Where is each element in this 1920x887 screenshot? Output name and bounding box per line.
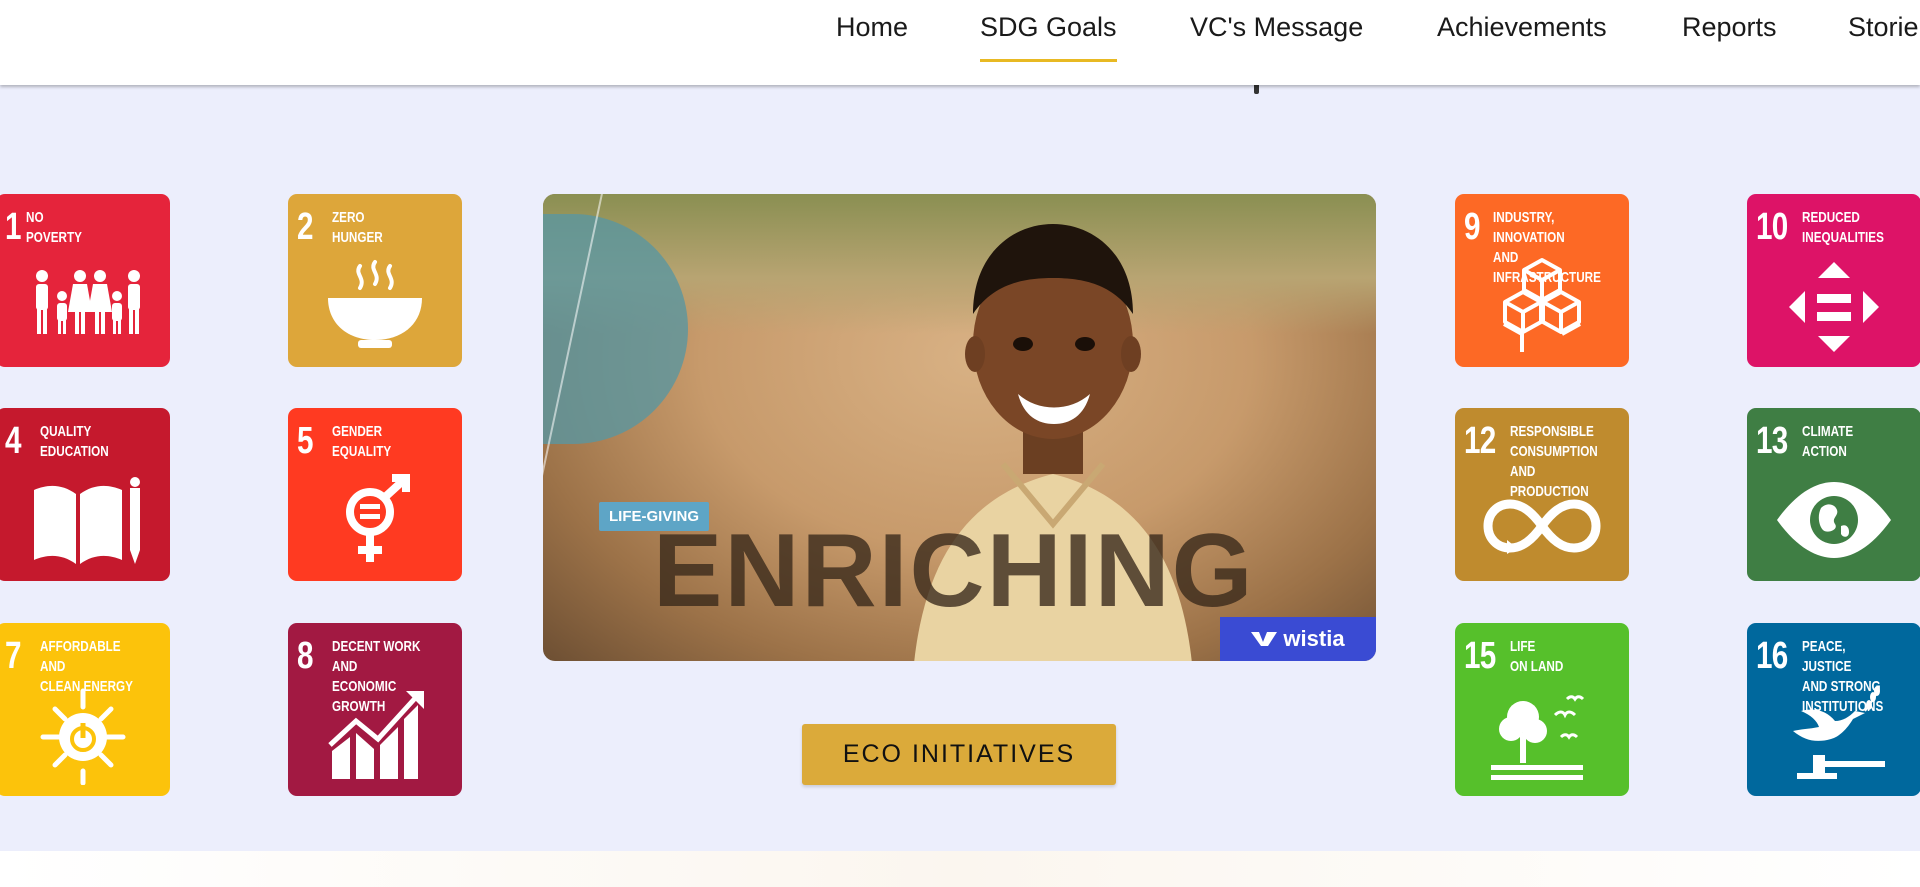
sdg-tile-5[interactable]: 5 Gender Equality (288, 408, 462, 581)
tile-number: 7 (5, 635, 21, 677)
sdg-tile-9[interactable]: 9 Industry, Innovation and Infrastructur… (1455, 194, 1629, 367)
tile-number: 16 (1756, 635, 1788, 677)
eco-initiatives-button[interactable]: ECO INITIATIVES (802, 724, 1116, 785)
bowl-icon (328, 260, 422, 348)
video-player[interactable]: LIFE-GIVING ENRICHING wistia (543, 194, 1376, 661)
tile-number: 9 (1464, 206, 1480, 248)
tile-label: Zero Hunger (332, 209, 383, 246)
nav-vcs-message[interactable]: VC's Message (1190, 12, 1363, 43)
tile-number: 5 (297, 420, 313, 462)
tile-label: Reduced Inequalities (1802, 209, 1884, 246)
tile-number: 4 (5, 420, 21, 462)
sun-power-icon (40, 688, 126, 785)
eye-globe-icon (1777, 482, 1891, 558)
tile-number: 12 (1464, 420, 1496, 462)
tile-number: 15 (1464, 635, 1496, 677)
tile-label: No Poverty (26, 209, 82, 246)
tile-label: Gender Equality (332, 423, 392, 460)
main-nav: Home SDG Goals VC's Message Achievements… (0, 0, 1920, 85)
nav-stories[interactable]: Storie (1848, 12, 1919, 43)
tile-number: 2 (297, 206, 313, 248)
cubes-icon (1503, 258, 1581, 352)
sdg-tile-13[interactable]: 13 Climate Action (1747, 408, 1920, 581)
gender-equality-icon (346, 474, 410, 562)
infinity-icon (1483, 499, 1601, 554)
tile-number: 10 (1756, 206, 1788, 248)
next-section-edge (0, 851, 1920, 887)
tile-number: 8 (297, 635, 313, 677)
nav-home[interactable]: Home (836, 12, 908, 43)
book-pencil-icon (34, 477, 140, 566)
sdg-tile-8[interactable]: 8 Decent Work and Economic Growth (288, 623, 462, 796)
tree-birds-icon (1491, 695, 1585, 780)
section-heading-fragment (1254, 85, 1259, 94)
tile-label: Quality Education (40, 423, 109, 460)
sdg-tile-2[interactable]: 2 Zero Hunger (288, 194, 462, 367)
sdg-tile-16[interactable]: 16 Peace, Justice and Strong Institution… (1747, 623, 1920, 796)
nav-achievements[interactable]: Achievements (1437, 12, 1607, 43)
tile-number: 13 (1756, 420, 1788, 462)
wistia-brand-label: wistia (1283, 626, 1345, 651)
tile-number: 1 (5, 206, 21, 248)
sdg-tile-12[interactable]: 12 Responsible Consumption and Productio… (1455, 408, 1629, 581)
equality-arrows-icon (1789, 262, 1879, 352)
sdg-tile-10[interactable]: 10 Reduced Inequalities (1747, 194, 1920, 367)
top-navigation-bar: Home SDG Goals VC's Message Achievements… (0, 0, 1920, 85)
dove-gavel-icon (1793, 686, 1885, 779)
sdg-tile-15[interactable]: 15 Life On Land (1455, 623, 1629, 796)
wistia-logo-icon (1251, 632, 1278, 646)
sdg-tile-1[interactable]: 1 No Poverty (0, 194, 170, 367)
sdg-tile-7[interactable]: 7 Affordable and Clean Energy (0, 623, 170, 796)
tile-label: Life On Land (1510, 638, 1564, 675)
sdg-tile-4[interactable]: 4 Quality Education (0, 408, 170, 581)
growth-chart-icon (328, 691, 424, 779)
nav-sdg-goals[interactable]: SDG Goals (980, 12, 1117, 62)
wistia-brand-button[interactable]: wistia (1220, 617, 1376, 661)
video-headline-word: ENRICHING (653, 513, 1255, 629)
family-icon (36, 270, 140, 334)
nav-reports[interactable]: Reports (1682, 12, 1777, 43)
tile-label: Climate Action (1802, 423, 1854, 460)
